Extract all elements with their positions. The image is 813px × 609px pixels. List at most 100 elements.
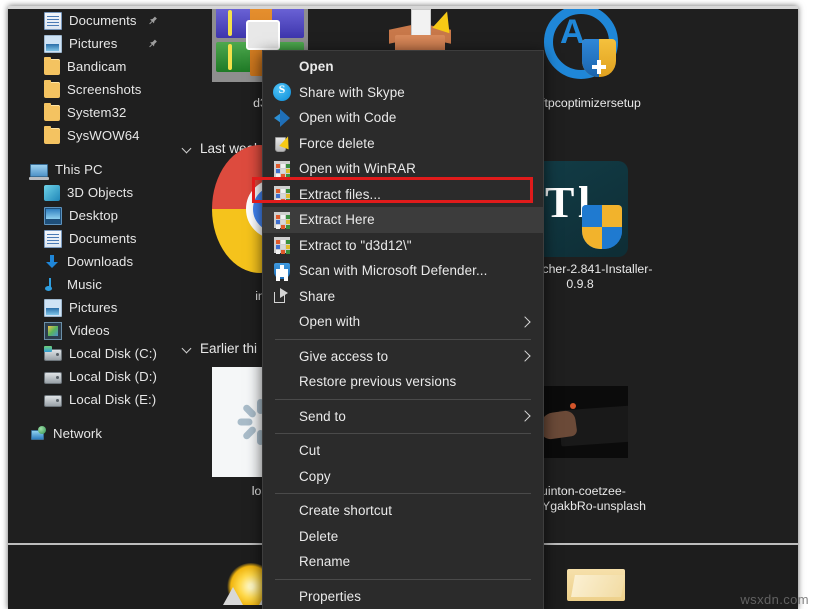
chevron-down-icon[interactable] bbox=[180, 341, 194, 355]
menu-item-icon-placeholder bbox=[273, 347, 291, 365]
menu-item-icon-placeholder bbox=[273, 442, 291, 460]
nav-item-3d-objects[interactable]: 3D Objects bbox=[8, 181, 172, 204]
nav-item-pictures-quick[interactable]: Pictures bbox=[8, 32, 172, 55]
menu-item-label: Extract Here bbox=[299, 212, 375, 227]
menu-item-open-with-winrar[interactable]: Open with WinRAR bbox=[263, 156, 543, 182]
menu-item-icon-placeholder bbox=[273, 313, 291, 331]
menu-item-create-shortcut[interactable]: Create shortcut bbox=[263, 498, 543, 524]
menu-item-cut[interactable]: Cut bbox=[263, 438, 543, 464]
keyboard-photo-thumbnail bbox=[532, 386, 628, 458]
menu-item-label: Share with Skype bbox=[299, 85, 405, 100]
menu-item-force-delete[interactable]: Force delete bbox=[263, 131, 543, 157]
menu-separator bbox=[275, 339, 531, 340]
menu-item-extract-files[interactable]: Extract files... bbox=[263, 182, 543, 208]
nav-item-screenshots[interactable]: Screenshots bbox=[8, 78, 172, 101]
menu-item-open-with-code[interactable]: Open with Code bbox=[263, 105, 543, 131]
menu-item-open-with[interactable]: Open with bbox=[263, 309, 543, 335]
nav-item-documents-quick[interactable]: Documents bbox=[8, 9, 172, 32]
nav-item-documents[interactable]: Documents bbox=[8, 227, 172, 250]
nav-item-label: This PC bbox=[55, 162, 103, 177]
nav-item-bandicam[interactable]: Bandicam bbox=[8, 55, 172, 78]
file-thumbnail: A bbox=[532, 9, 628, 91]
menu-item-label: Extract files... bbox=[299, 187, 381, 202]
menu-item-share-with-skype[interactable]: Share with Skype bbox=[263, 80, 543, 106]
nav-item-system32[interactable]: System32 bbox=[8, 101, 172, 124]
menu-separator bbox=[275, 579, 531, 580]
nav-item-label: Pictures bbox=[69, 300, 117, 315]
menu-item-rename[interactable]: Rename bbox=[263, 549, 543, 575]
menu-item-label: Send to bbox=[299, 409, 346, 424]
folder-icon bbox=[44, 128, 60, 144]
menu-item-extract-to-d3d12[interactable]: Extract to "d3d12\" bbox=[263, 233, 543, 259]
3d-objects-icon bbox=[44, 185, 60, 201]
menu-item-label: Extract to "d3d12\" bbox=[299, 238, 412, 253]
winrar-icon bbox=[274, 186, 290, 202]
menu-item-delete[interactable]: Delete bbox=[263, 524, 543, 550]
pin-icon[interactable] bbox=[145, 36, 161, 52]
nav-item-downloads[interactable]: Downloads bbox=[8, 250, 172, 273]
menu-item-label: Create shortcut bbox=[299, 503, 392, 518]
nav-item-label: Music bbox=[67, 277, 102, 292]
nav-item-local-disk-e[interactable]: Local Disk (E:) bbox=[8, 388, 172, 411]
folder-icon bbox=[44, 105, 60, 121]
force-delete-icon bbox=[273, 134, 291, 152]
menu-item-label: Scan with Microsoft Defender... bbox=[299, 263, 487, 278]
nav-item-label: SysWOW64 bbox=[67, 128, 140, 143]
nav-item-label: Documents bbox=[69, 13, 137, 28]
menu-item-copy[interactable]: Copy bbox=[263, 464, 543, 490]
menu-item-share[interactable]: Share bbox=[263, 284, 543, 310]
menu-item-open[interactable]: Open bbox=[263, 54, 543, 80]
nav-item-music[interactable]: Music bbox=[8, 273, 172, 296]
nav-item-label: System32 bbox=[67, 105, 126, 120]
document-icon bbox=[44, 12, 62, 30]
menu-item-label: Force delete bbox=[299, 136, 375, 151]
menu-item-scan-with-microsoft-defender[interactable]: Scan with Microsoft Defender... bbox=[263, 258, 543, 284]
taskbar-item-file-explorer[interactable] bbox=[567, 557, 623, 609]
chevron-right-icon bbox=[519, 351, 530, 362]
file-thumbnail: Tl bbox=[532, 161, 628, 257]
file-thumbnail bbox=[532, 365, 628, 479]
nav-item-label: Local Disk (D:) bbox=[69, 369, 157, 384]
folder-icon bbox=[44, 59, 60, 75]
winrar-icon bbox=[274, 212, 290, 228]
network-icon bbox=[30, 426, 46, 442]
nav-item-desktop[interactable]: Desktop bbox=[8, 204, 172, 227]
menu-item-label: Properties bbox=[299, 589, 361, 604]
pin-icon[interactable] bbox=[145, 13, 161, 29]
defender-icon bbox=[273, 262, 291, 280]
videos-icon bbox=[44, 322, 62, 340]
chevron-down-icon[interactable] bbox=[180, 141, 194, 155]
menu-item-extract-here[interactable]: Extract Here bbox=[263, 207, 543, 233]
menu-item-label: Open with Code bbox=[299, 110, 396, 125]
vscode-icon bbox=[273, 109, 291, 127]
nav-item-label: Bandicam bbox=[67, 59, 126, 74]
folder-icon bbox=[44, 82, 60, 98]
nav-item-network[interactable]: Network bbox=[8, 422, 172, 445]
nav-item-pictures[interactable]: Pictures bbox=[8, 296, 172, 319]
picture-icon bbox=[44, 35, 62, 53]
context-menu[interactable]: Open Share with Skype Open with Code Force … bbox=[262, 50, 544, 609]
menu-item-properties[interactable]: Properties bbox=[263, 584, 543, 609]
winrar-icon bbox=[274, 161, 290, 177]
nav-item-videos[interactable]: Videos bbox=[8, 319, 172, 342]
watermark-text: wsxdn.com bbox=[740, 592, 809, 607]
adware-shield-icon: A bbox=[540, 9, 620, 83]
menu-item-restore-previous-versions[interactable]: Restore previous versions bbox=[263, 369, 543, 395]
file-explorer-window: Documents Pictures Bandicam Screenshots … bbox=[8, 6, 798, 609]
nav-item-local-disk-c[interactable]: Local Disk (C:) bbox=[8, 342, 172, 365]
group-header-earlier[interactable]: Earlier thi bbox=[172, 337, 257, 359]
nav-item-this-pc[interactable]: This PC bbox=[8, 158, 172, 181]
nav-item-syswow64[interactable]: SysWOW64 bbox=[8, 124, 172, 147]
menu-item-send-to[interactable]: Send to bbox=[263, 404, 543, 430]
menu-item-label: Copy bbox=[299, 469, 331, 484]
nav-item-label: Pictures bbox=[69, 36, 117, 51]
nav-item-local-disk-d[interactable]: Local Disk (D:) bbox=[8, 365, 172, 388]
document-icon bbox=[44, 230, 62, 248]
nav-item-label: Local Disk (E:) bbox=[69, 392, 156, 407]
nav-item-label: Documents bbox=[69, 231, 137, 246]
menu-item-icon-placeholder bbox=[273, 587, 291, 605]
menu-item-give-access-to[interactable]: Give access to bbox=[263, 344, 543, 370]
menu-item-label: Restore previous versions bbox=[299, 374, 456, 389]
navigation-pane[interactable]: Documents Pictures Bandicam Screenshots … bbox=[8, 9, 172, 549]
computer-icon bbox=[30, 164, 48, 177]
